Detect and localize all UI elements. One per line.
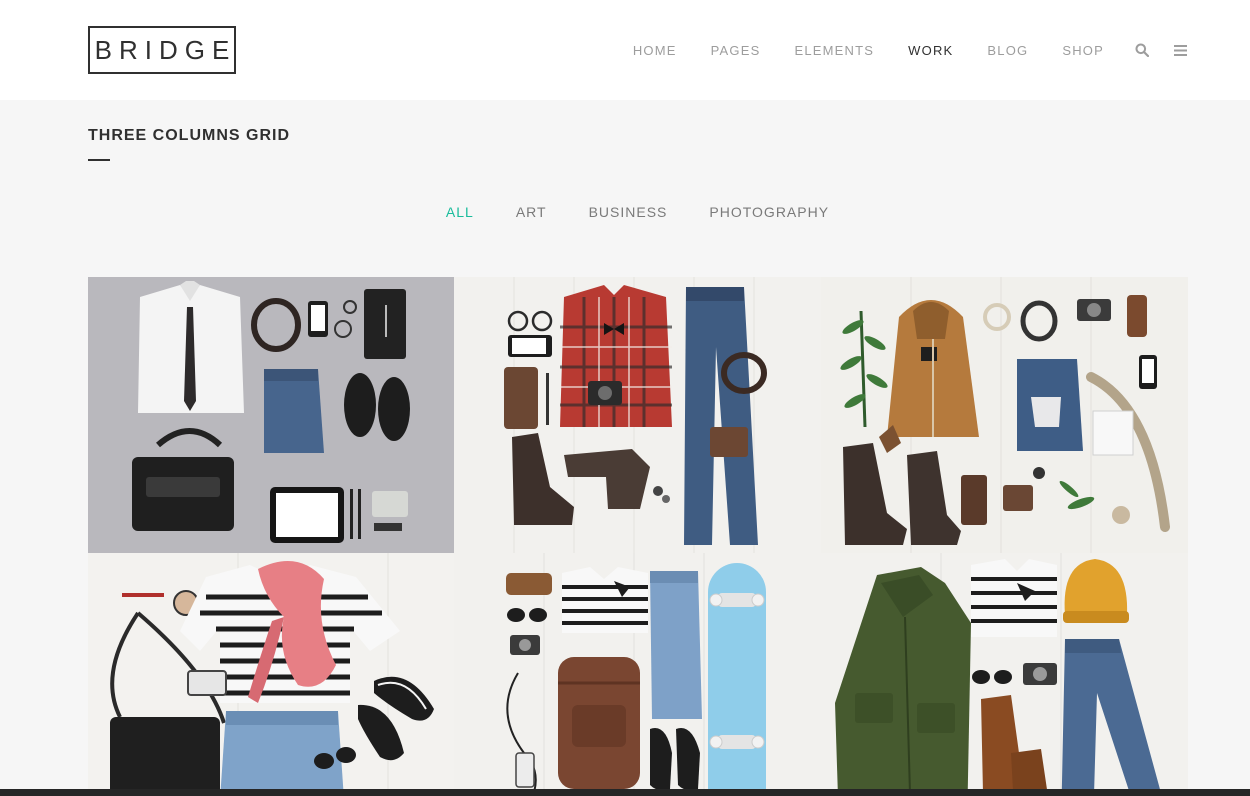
nav-pages[interactable]: PAGES: [711, 43, 761, 58]
bottom-bar: [0, 789, 1250, 796]
page-title: THREE COLUMNS GRID: [88, 127, 290, 144]
filter-art[interactable]: ART: [516, 204, 547, 220]
logo-text: BRIDGE: [94, 34, 237, 65]
portfolio-image-plaid-outfit: [454, 277, 821, 553]
portfolio-item[interactable]: [88, 553, 454, 796]
nav-elements[interactable]: ELEMENTS: [794, 43, 874, 58]
filter-photography[interactable]: PHOTOGRAPHY: [709, 204, 829, 220]
portfolio-item[interactable]: [88, 277, 454, 553]
filter-business[interactable]: BUSINESS: [589, 204, 668, 220]
portfolio-item[interactable]: [454, 277, 821, 553]
portfolio-filter: ALL ART BUSINESS PHOTOGRAPHY: [0, 204, 1250, 220]
portfolio-image-scarf-outfit: [88, 553, 454, 796]
portfolio-item[interactable]: [454, 553, 821, 796]
portfolio-image-jacket-outfit: [821, 553, 1188, 796]
nav-work[interactable]: WORK: [908, 43, 953, 58]
portfolio-grid: [88, 277, 1188, 796]
page-title-area: THREE COLUMNS GRID: [88, 127, 290, 161]
portfolio-image-business-outfit: [88, 277, 454, 553]
portfolio-item[interactable]: [821, 553, 1188, 796]
main-nav: HOME PAGES ELEMENTS WORK BLOG SHOP: [599, 0, 1188, 100]
nav-shop[interactable]: SHOP: [1062, 43, 1104, 58]
logo[interactable]: BRIDGE: [88, 26, 236, 74]
portfolio-image-hoodie-outfit: [821, 277, 1188, 553]
nav-home[interactable]: HOME: [633, 43, 677, 58]
portfolio-item[interactable]: [821, 277, 1188, 553]
portfolio-image-skateboard-outfit: [454, 553, 821, 796]
filter-all[interactable]: ALL: [446, 204, 474, 220]
nav-blog[interactable]: BLOG: [987, 43, 1028, 58]
title-separator: [88, 159, 110, 161]
site-header: BRIDGE HOME PAGES ELEMENTS WORK BLOG SHO…: [0, 0, 1250, 100]
menu-icon[interactable]: [1172, 42, 1188, 58]
search-icon[interactable]: [1134, 42, 1150, 58]
